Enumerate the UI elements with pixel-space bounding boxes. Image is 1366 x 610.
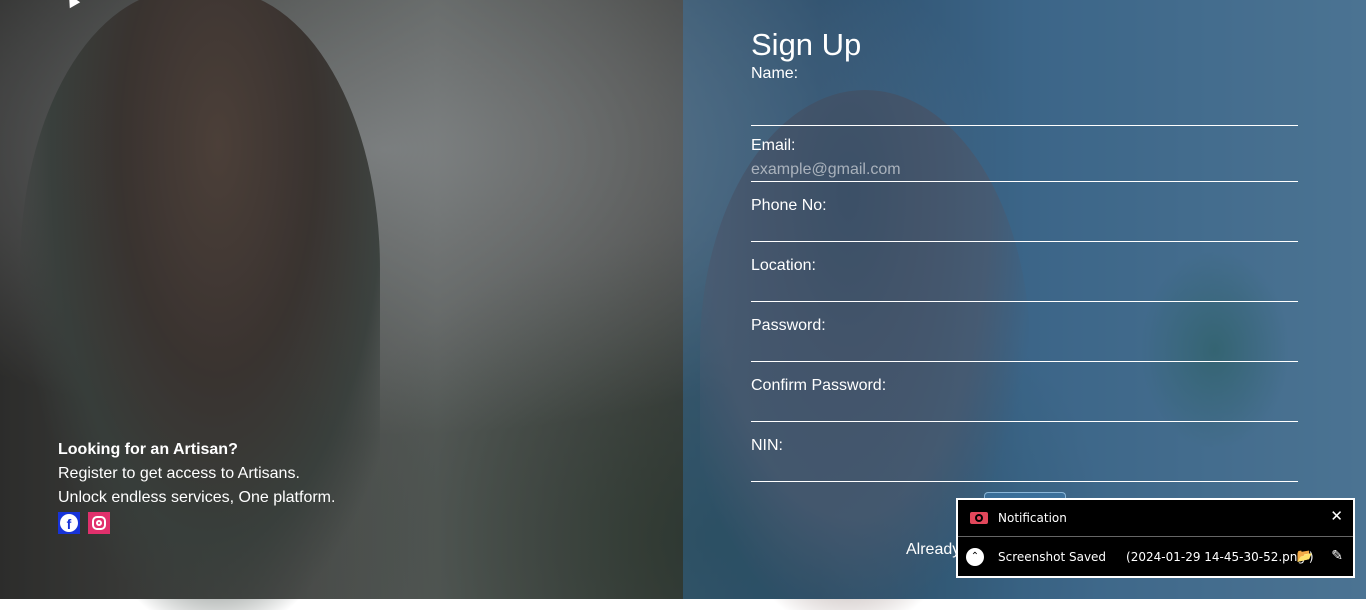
close-icon[interactable]: ✕ — [1330, 509, 1343, 524]
password-input[interactable] — [751, 338, 1298, 362]
notification-status: Screenshot Saved — [998, 550, 1107, 564]
chevron-up-icon[interactable]: ⌃ — [966, 548, 984, 566]
password-label: Password: — [751, 317, 826, 334]
phone-input[interactable] — [751, 218, 1298, 242]
instagram-glyph — [92, 516, 106, 530]
email-input[interactable] — [751, 158, 1298, 182]
nin-field-group: NIN: — [751, 424, 1298, 484]
promo-block: Looking for an Artisan? Register to get … — [58, 438, 478, 534]
nin-label: NIN: — [751, 437, 783, 454]
social-links: f — [58, 512, 478, 534]
facebook-glyph: f — [60, 514, 78, 532]
confirm-password-label: Confirm Password: — [751, 377, 887, 394]
pencil-icon[interactable]: ✎ — [1331, 548, 1343, 564]
instagram-icon[interactable] — [88, 512, 110, 534]
email-label: Email: — [751, 137, 796, 154]
location-input[interactable] — [751, 278, 1298, 302]
facebook-icon[interactable]: f — [58, 512, 80, 534]
signup-form: Sign Up Name: Email: Phone No: Location:… — [751, 26, 1298, 484]
phone-label: Phone No: — [751, 197, 827, 214]
email-field-group: Email: — [751, 124, 1298, 184]
promo-headline: Looking for an Artisan? — [58, 441, 238, 458]
notification-filename: (2024-01-29 14-45-30-52.png ) — [1126, 550, 1314, 564]
name-label: Name: — [751, 65, 799, 82]
promo-line-2: Unlock endless services, One platform. — [58, 489, 336, 506]
promo-line-1: Register to get access to Artisans. — [58, 465, 300, 482]
notification-title: Notification — [998, 511, 1067, 525]
location-field-group: Location: — [751, 244, 1298, 304]
confirm-password-input[interactable] — [751, 398, 1298, 422]
name-input[interactable] — [751, 102, 1298, 126]
notification-header: Notification ✕ — [958, 500, 1353, 537]
nin-input[interactable] — [751, 458, 1298, 482]
record-icon — [970, 512, 988, 524]
notification-body: ⌃ Screenshot Saved (2024-01-29 14-45-30-… — [958, 537, 1353, 577]
password-field-group: Password: — [751, 304, 1298, 364]
signup-title: Sign Up — [751, 27, 862, 62]
confirm-password-field-group: Confirm Password: — [751, 364, 1298, 424]
already-have-account-text[interactable]: Already — [906, 541, 960, 559]
phone-field-group: Phone No: — [751, 184, 1298, 244]
folder-open-icon[interactable]: 📂 — [1297, 549, 1313, 564]
notification-popup: Notification ✕ ⌃ Screenshot Saved (2024-… — [956, 498, 1355, 578]
location-label: Location: — [751, 257, 816, 274]
name-field-group: Name: — [751, 64, 1298, 126]
